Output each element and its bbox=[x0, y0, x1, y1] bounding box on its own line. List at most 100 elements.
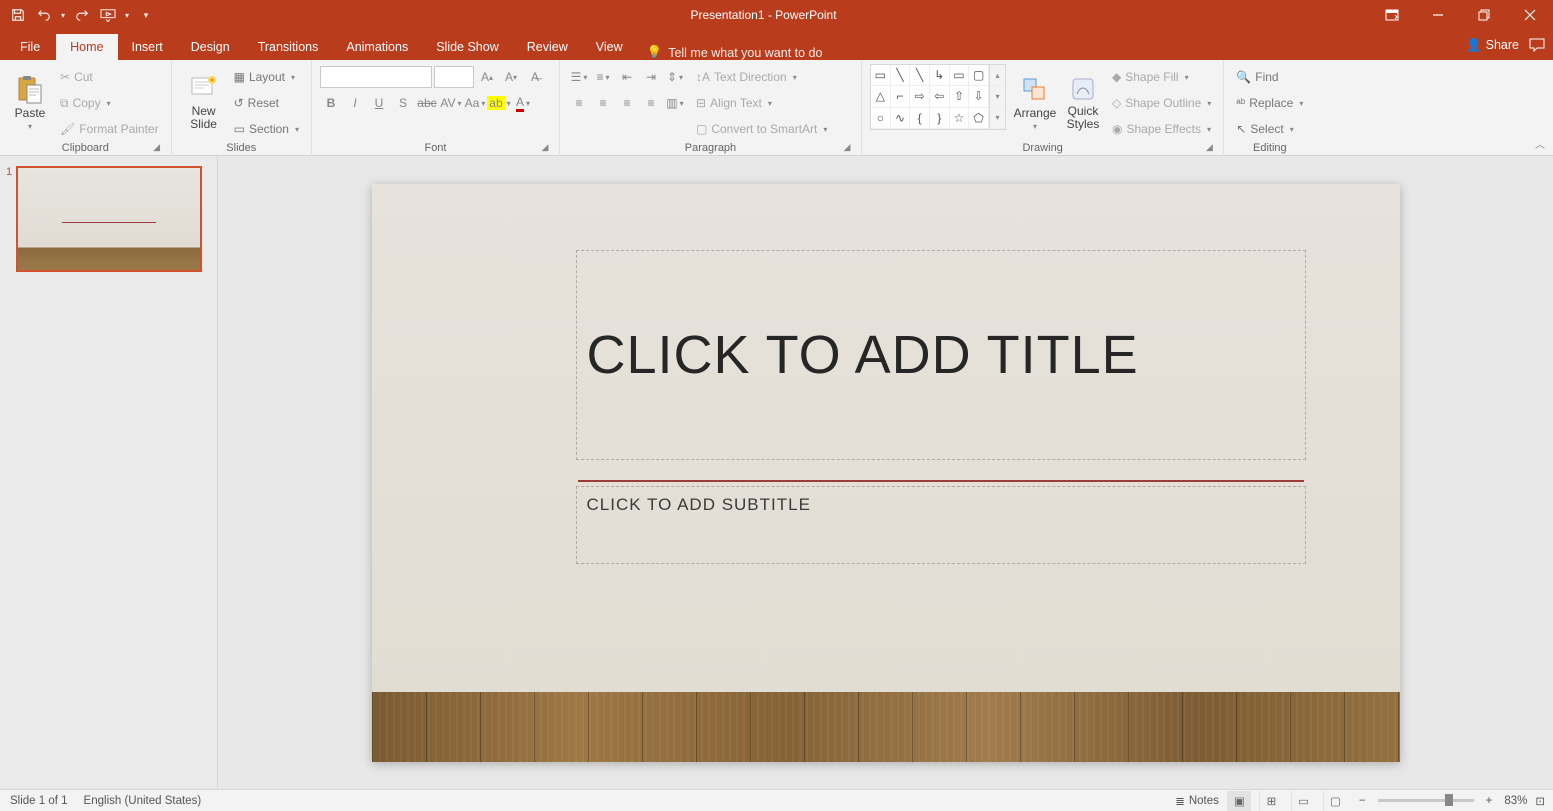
text-direction-button[interactable]: ↕AText Direction bbox=[692, 66, 831, 88]
char-spacing-button[interactable]: AV bbox=[440, 92, 462, 114]
zoom-level[interactable]: 83% bbox=[1504, 795, 1527, 807]
tell-me-search[interactable]: 💡 Tell me what you want to do bbox=[647, 45, 823, 60]
close-button[interactable] bbox=[1507, 0, 1553, 30]
underline-button[interactable]: U bbox=[368, 92, 390, 114]
language-indicator[interactable]: English (United States) bbox=[84, 795, 202, 807]
undo-button[interactable] bbox=[32, 3, 56, 27]
shapes-gallery[interactable]: ▭╲╲↳▭▢ △⌐⇨⇦⇧⇩ ○∿{}☆⬠ bbox=[870, 64, 990, 130]
comments-button[interactable] bbox=[1529, 38, 1545, 52]
thumbnail-preview[interactable] bbox=[16, 166, 202, 272]
tab-home[interactable]: Home bbox=[56, 34, 117, 60]
save-button[interactable] bbox=[6, 3, 30, 27]
zoom-in-button[interactable]: + bbox=[1482, 795, 1497, 807]
section-button[interactable]: ▭Section bbox=[230, 118, 303, 140]
start-slideshow-button[interactable] bbox=[96, 3, 120, 27]
change-case-button[interactable]: Aa bbox=[464, 92, 486, 114]
italic-button[interactable]: I bbox=[344, 92, 366, 114]
tab-design[interactable]: Design bbox=[177, 34, 244, 60]
tab-review[interactable]: Review bbox=[513, 34, 582, 60]
justify-button[interactable]: ≡ bbox=[640, 92, 662, 114]
tab-slideshow[interactable]: Slide Show bbox=[422, 34, 513, 60]
drawing-dialog-launcher[interactable]: ◢ bbox=[1203, 142, 1215, 154]
tab-file[interactable]: File bbox=[4, 34, 56, 60]
customize-qat-button[interactable]: ▾ bbox=[134, 3, 158, 27]
align-right-button[interactable]: ≡ bbox=[616, 92, 638, 114]
align-text-button[interactable]: ⊟Align Text bbox=[692, 92, 831, 114]
copy-button[interactable]: ⧉Copy bbox=[56, 92, 163, 114]
shadow-button[interactable]: S bbox=[392, 92, 414, 114]
font-color-button[interactable]: A bbox=[512, 92, 534, 114]
font-size-input[interactable] bbox=[434, 66, 474, 88]
thumbnail-slide-1[interactable]: 1 bbox=[6, 166, 211, 272]
maximize-button[interactable] bbox=[1461, 0, 1507, 30]
format-painter-button[interactable]: 🖌Format Painter bbox=[56, 118, 163, 140]
select-button[interactable]: ↖Select bbox=[1232, 118, 1307, 140]
slideshow-dropdown[interactable]: ▾ bbox=[122, 3, 132, 27]
strikethrough-button[interactable]: abc bbox=[416, 92, 438, 114]
shapes-gallery-scroll[interactable]: ▴▾▾ bbox=[990, 64, 1006, 130]
notes-button[interactable]: ≣Notes bbox=[1175, 794, 1219, 808]
quick-styles-button[interactable]: Quick Styles bbox=[1060, 64, 1106, 142]
paste-icon bbox=[16, 76, 44, 104]
collapse-ribbon-button[interactable]: ︿ bbox=[1535, 136, 1545, 151]
reading-view-button[interactable]: ▭ bbox=[1291, 791, 1315, 811]
title-placeholder[interactable]: CLICK TO ADD TITLE bbox=[576, 250, 1306, 460]
redo-button[interactable] bbox=[70, 3, 94, 27]
zoom-slider[interactable] bbox=[1378, 799, 1474, 802]
columns-button[interactable]: ▥ bbox=[664, 92, 686, 114]
shape-effects-button[interactable]: ◉Shape Effects bbox=[1108, 118, 1215, 140]
replace-button[interactable]: ᵃᵇReplace bbox=[1232, 92, 1307, 114]
reset-button[interactable]: ↺Reset bbox=[230, 92, 303, 114]
minimize-button[interactable] bbox=[1415, 0, 1461, 30]
slideshow-view-button[interactable]: ▢ bbox=[1323, 791, 1347, 811]
font-name-input[interactable] bbox=[320, 66, 432, 88]
tab-transitions[interactable]: Transitions bbox=[244, 34, 333, 60]
decrease-indent-button[interactable]: ⇤ bbox=[616, 66, 638, 88]
ribbon-display-options-button[interactable] bbox=[1369, 0, 1415, 30]
shape-arrow3-icon: ⇧ bbox=[950, 86, 970, 107]
highlight-button[interactable]: ab bbox=[488, 92, 510, 114]
bullets-button[interactable]: ☰ bbox=[568, 66, 590, 88]
new-slide-button[interactable]: New Slide bbox=[180, 64, 228, 142]
tab-view[interactable]: View bbox=[582, 34, 637, 60]
undo-dropdown[interactable]: ▾ bbox=[58, 3, 68, 27]
zoom-slider-thumb[interactable] bbox=[1445, 794, 1453, 806]
group-font: A▴ A▾ A̶ B I U S abc AV Aa ab A Font◢ bbox=[312, 60, 560, 156]
share-button[interactable]: 👤 Share bbox=[1466, 38, 1519, 53]
increase-font-button[interactable]: A▴ bbox=[476, 66, 498, 88]
align-left-button[interactable]: ≡ bbox=[568, 92, 590, 114]
slide-canvas-area[interactable]: CLICK TO ADD TITLE CLICK TO ADD SUBTITLE bbox=[218, 156, 1553, 789]
slide-thumbnail-pane[interactable]: 1 bbox=[0, 156, 218, 789]
slide-sorter-view-button[interactable]: ⊞ bbox=[1259, 791, 1283, 811]
drawing-group-label: Drawing bbox=[1022, 142, 1062, 154]
decrease-font-button[interactable]: A▾ bbox=[500, 66, 522, 88]
slide[interactable]: CLICK TO ADD TITLE CLICK TO ADD SUBTITLE bbox=[372, 184, 1400, 762]
layout-button[interactable]: ▦Layout bbox=[230, 66, 303, 88]
fit-to-window-button[interactable]: ⊡ bbox=[1535, 794, 1545, 808]
zoom-out-button[interactable]: − bbox=[1355, 795, 1370, 807]
tab-animations[interactable]: Animations bbox=[332, 34, 422, 60]
cut-button[interactable]: ✂Cut bbox=[56, 66, 163, 88]
convert-smartart-button[interactable]: ▢Convert to SmartArt bbox=[692, 118, 831, 140]
reset-icon: ↺ bbox=[234, 96, 244, 110]
line-spacing-button[interactable]: ⇕ bbox=[664, 66, 686, 88]
bold-button[interactable]: B bbox=[320, 92, 342, 114]
normal-view-button[interactable]: ▣ bbox=[1227, 791, 1251, 811]
shape-outline-button[interactable]: ◇Shape Outline bbox=[1108, 92, 1215, 114]
tab-insert[interactable]: Insert bbox=[118, 34, 177, 60]
shape-fill-button[interactable]: ◆Shape Fill bbox=[1108, 66, 1215, 88]
group-paragraph: ☰ ≡ ⇤ ⇥ ⇕ ≡ ≡ ≡ ≡ ▥ ↕AText Direction ⊟Al… bbox=[560, 60, 862, 156]
align-center-button[interactable]: ≡ bbox=[592, 92, 614, 114]
clear-formatting-button[interactable]: A̶ bbox=[524, 66, 546, 88]
paragraph-dialog-launcher[interactable]: ◢ bbox=[841, 142, 853, 154]
paste-button[interactable]: Paste ▾ bbox=[8, 64, 52, 142]
subtitle-placeholder[interactable]: CLICK TO ADD SUBTITLE bbox=[576, 486, 1306, 564]
slide-counter[interactable]: Slide 1 of 1 bbox=[10, 795, 68, 807]
numbering-button[interactable]: ≡ bbox=[592, 66, 614, 88]
increase-indent-button[interactable]: ⇥ bbox=[640, 66, 662, 88]
find-button[interactable]: 🔍Find bbox=[1232, 66, 1307, 88]
clipboard-dialog-launcher[interactable]: ◢ bbox=[151, 142, 163, 154]
new-slide-icon bbox=[190, 75, 218, 103]
arrange-button[interactable]: Arrange▾ bbox=[1010, 64, 1060, 142]
font-dialog-launcher[interactable]: ◢ bbox=[539, 142, 551, 154]
